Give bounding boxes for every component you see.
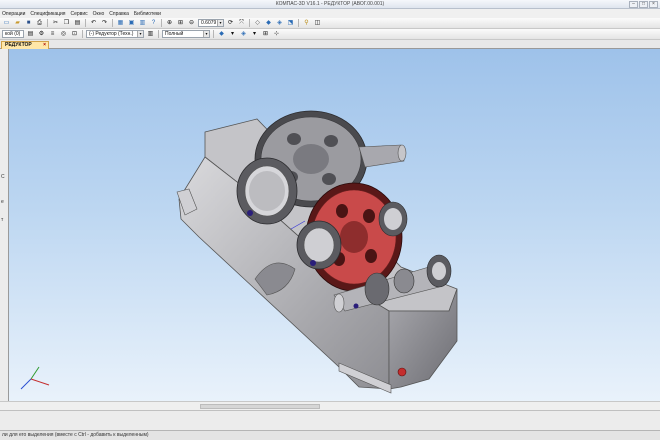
bearing-cap-left <box>236 157 298 225</box>
separator <box>249 19 250 27</box>
print-icon[interactable]: ⎙ <box>35 19 44 27</box>
layer-states-icon[interactable]: ≡ <box>48 30 57 38</box>
orient-icon[interactable]: ⤧ <box>237 19 246 27</box>
output-shaft <box>358 144 405 168</box>
part-icon[interactable]: ◆ <box>217 30 226 38</box>
separator <box>213 30 214 38</box>
grid-icon[interactable]: ⊞ <box>261 30 270 38</box>
chevron-down-icon: ▾ <box>203 31 209 37</box>
part-dropdown-icon[interactable]: ▾ <box>228 30 237 38</box>
output-shaft-end <box>397 144 407 162</box>
zoom-window-icon[interactable]: ⊞ <box>176 19 185 27</box>
zoom-in-icon[interactable]: ⊕ <box>165 19 174 27</box>
model-viewport[interactable] <box>9 49 660 401</box>
gearbox-model <box>20 110 458 394</box>
menu-service[interactable]: Сервис <box>71 11 88 17</box>
scrollbar-thumb[interactable] <box>200 404 320 409</box>
left-panel-label: е <box>1 199 4 205</box>
save-icon[interactable]: ■ <box>24 19 33 27</box>
separator <box>82 30 83 38</box>
status-bar: ли для его выделения (вместе с Ctrl - до… <box>0 430 660 440</box>
menu-window[interactable]: Окно <box>93 11 105 17</box>
title-bar: КОМПАС-3D V16.1 - РЕДУКТОР (АВОГ.00.001)… <box>0 0 660 9</box>
libraries-icon[interactable]: ▥ <box>138 19 147 27</box>
assembly-icon[interactable]: ◈ <box>239 30 248 38</box>
properties-icon[interactable]: ▦ <box>116 19 125 27</box>
menu-bar: Операции Спецификация Сервис Окно Справк… <box>0 9 660 18</box>
current-state-toolbar: кой (0) ▤ ⚙ ≡ ◎ ⊡ (-) Редуктор (Техн.) ▾… <box>0 29 660 40</box>
paste-icon[interactable]: ▤ <box>73 19 82 27</box>
separator <box>112 19 113 27</box>
filter-icon[interactable]: ⚲ <box>302 19 311 27</box>
separator <box>47 19 48 27</box>
chevron-down-icon: ▾ <box>217 20 223 26</box>
horizontal-scrollbar[interactable] <box>0 401 660 410</box>
new-document-icon[interactable]: ▭ <box>2 19 11 27</box>
view-shaded-icon[interactable]: ◆ <box>264 19 273 27</box>
zoom-combo[interactable]: 0.6079 ▾ <box>198 19 224 27</box>
redo-icon[interactable]: ↷ <box>100 19 109 27</box>
zoom-value: 0.6079 <box>201 20 217 26</box>
view-wireframe-icon[interactable]: ◇ <box>253 19 262 27</box>
layer-value: кой (0) <box>5 31 21 37</box>
menu-libraries[interactable]: Библиотеки <box>134 11 161 17</box>
bolt-marker <box>247 210 253 216</box>
rotate-icon[interactable]: ⟳ <box>226 19 235 27</box>
assembly-dropdown-icon[interactable]: ▾ <box>250 30 259 38</box>
layer-lock-icon[interactable]: ⊡ <box>70 30 79 38</box>
layer-visible-icon[interactable]: ◎ <box>59 30 68 38</box>
document-tabs: РЕДУКТОР × <box>0 40 660 49</box>
view-shaded-edges-icon[interactable]: ◈ <box>275 19 284 27</box>
cut-icon[interactable]: ✂ <box>51 19 60 27</box>
layer-icon[interactable]: ▤ <box>26 30 35 38</box>
close-icon[interactable]: × <box>43 42 46 49</box>
snap-icon[interactable]: ⊹ <box>272 30 281 38</box>
status-text: ли для его выделения (вместе с Ctrl - до… <box>2 432 149 438</box>
component-combo[interactable]: (-) Редуктор (Техн.) ▾ <box>86 30 144 38</box>
perspective-icon[interactable]: ⬔ <box>286 19 295 27</box>
chevron-down-icon: ▾ <box>137 31 143 37</box>
window-title: КОМПАС-3D V16.1 - РЕДУКТОР (АВОГ.00.001) <box>275 1 385 7</box>
bolt-marker <box>310 260 316 266</box>
tree-icon[interactable]: ▣ <box>127 19 136 27</box>
copy-icon[interactable]: ❐ <box>62 19 71 27</box>
separator <box>85 19 86 27</box>
undo-icon[interactable]: ↶ <box>89 19 98 27</box>
coordinate-triad <box>20 366 50 390</box>
edit-component-icon[interactable]: ▥ <box>146 30 155 38</box>
left-panel: С е т <box>0 49 9 401</box>
bearing-cap-middle <box>296 220 342 270</box>
component-value: (-) Редуктор (Техн.) <box>89 31 134 37</box>
properties-panel <box>0 410 660 430</box>
separator <box>161 19 162 27</box>
close-button[interactable]: × <box>649 1 658 8</box>
drain-plug <box>397 367 407 377</box>
display-mode-combo[interactable]: Полный ▾ <box>162 30 210 38</box>
separator <box>298 19 299 27</box>
left-panel-label: С <box>1 174 5 180</box>
minimize-button[interactable]: – <box>629 1 638 8</box>
standard-toolbar: ▭ ▰ ■ ⎙ ✂ ❐ ▤ ↶ ↷ ▦ ▣ ▥ ? ⊕ ⊞ ⊖ 0.6079 ▾… <box>0 18 660 29</box>
section-icon[interactable]: ◫ <box>313 19 322 27</box>
separator <box>158 30 159 38</box>
bolt-marker <box>353 303 359 309</box>
maximize-button[interactable]: □ <box>639 1 648 8</box>
display-mode-value: Полный <box>165 31 184 37</box>
left-panel-label: т <box>1 217 4 223</box>
tab-reductor[interactable]: РЕДУКТОР × <box>1 41 49 49</box>
zoom-out-icon[interactable]: ⊖ <box>187 19 196 27</box>
open-folder-icon[interactable]: ▰ <box>13 19 22 27</box>
layer-combo[interactable]: кой (0) <box>2 30 24 38</box>
layer-settings-icon[interactable]: ⚙ <box>37 30 46 38</box>
tab-label: РЕДУКТОР <box>5 42 32 48</box>
menu-operations[interactable]: Операции <box>2 11 25 17</box>
bearing-cap-right <box>378 201 408 237</box>
menu-specification[interactable]: Спецификация <box>30 11 65 17</box>
help-icon[interactable]: ? <box>149 19 158 27</box>
menu-help[interactable]: Справка <box>109 11 129 17</box>
